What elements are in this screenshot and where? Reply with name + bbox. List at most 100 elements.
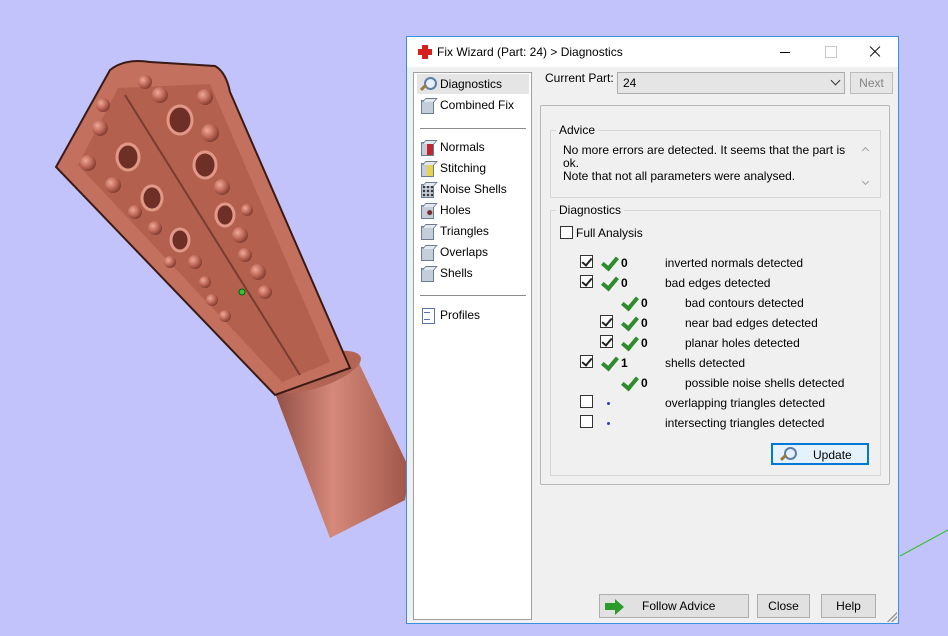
combined-fix-icon	[419, 97, 436, 114]
shells-icon	[419, 265, 436, 282]
diagnostic-row: intersecting triangles detected	[551, 413, 882, 433]
magnifier-icon	[419, 76, 437, 93]
advice-line: No more errors are detected. It seems th…	[563, 143, 846, 170]
nav-separator	[420, 295, 526, 296]
advice-text: No more errors are detected. It seems th…	[563, 144, 858, 183]
nav-item-normals[interactable]: Normals	[417, 137, 529, 157]
nav-item-label: Noise Shells	[440, 182, 507, 196]
help-button[interactable]: Help	[821, 594, 876, 618]
diagnostic-checkbox[interactable]	[580, 355, 593, 368]
checkmark-icon	[601, 275, 617, 291]
next-button[interactable]: Next	[850, 72, 893, 94]
fix-wizard-dialog: Fix Wizard (Part: 24) > Diagnostics Diag…	[406, 36, 899, 624]
model-hole	[192, 150, 218, 180]
normals-icon	[419, 139, 436, 156]
nav-item-diagnostics[interactable]: Diagnostics	[417, 74, 529, 94]
diagnostic-row: 0 inverted normals detected	[551, 253, 882, 273]
holes-icon	[419, 202, 436, 219]
diagnostics-title: Diagnostics	[556, 203, 625, 217]
diagnostic-label: inverted normals detected	[665, 256, 804, 270]
diagnostic-label: overlapping triangles detected	[665, 396, 826, 410]
nav-item-label: Shells	[440, 266, 473, 280]
wizard-nav: Diagnostics Combined Fix Normals Stitchi…	[413, 72, 532, 620]
advice-scrollbar[interactable]	[860, 143, 872, 189]
model-hole	[140, 184, 164, 212]
nav-item-combined-fix[interactable]: Combined Fix	[417, 95, 529, 115]
nav-item-profiles[interactable]: Profiles	[417, 305, 529, 325]
nav-item-shells[interactable]: Shells	[417, 263, 529, 283]
advice-line: Note that not all parameters were analys…	[563, 169, 796, 183]
diagnostic-checkbox[interactable]	[600, 315, 613, 328]
nav-item-noise-shells[interactable]: Noise Shells	[417, 179, 529, 199]
scroll-down-icon[interactable]	[861, 177, 870, 186]
model-hole	[169, 227, 191, 253]
diagnostic-label: bad edges detected	[665, 276, 771, 290]
close-button[interactable]: Close	[757, 594, 810, 618]
follow-advice-button[interactable]: Follow Advice	[599, 594, 749, 618]
scroll-up-icon[interactable]	[861, 146, 870, 155]
follow-advice-label: Follow Advice	[642, 599, 716, 613]
nav-item-label: Profiles	[440, 308, 481, 322]
profiles-icon	[419, 307, 436, 324]
diagnostic-checkbox[interactable]	[600, 335, 613, 348]
diagnostic-count: 0	[621, 276, 628, 290]
diagnostic-label: intersecting triangles detected	[665, 416, 825, 430]
nav-item-label: Combined Fix	[440, 98, 515, 112]
diagnostic-label: shells detected	[665, 356, 746, 370]
diagnostic-label: near bad edges detected	[685, 316, 818, 330]
checkmark-icon	[621, 315, 637, 331]
diagnostic-count: 0	[621, 256, 628, 270]
selection-point[interactable]	[238, 288, 246, 296]
triangles-icon	[419, 223, 436, 240]
title-bar[interactable]: Fix Wizard (Part: 24) > Diagnostics	[407, 37, 898, 67]
diagnostic-count: 0	[641, 296, 648, 310]
diagnostic-count: 0	[641, 316, 648, 330]
update-button[interactable]: Update	[771, 443, 869, 465]
nav-item-label: Stitching	[440, 161, 487, 175]
diagnostic-label: planar holes detected	[685, 336, 800, 350]
nav-item-holes[interactable]: Holes	[417, 200, 529, 220]
diagnostic-checkbox[interactable]	[580, 415, 593, 428]
pending-dot-icon	[607, 422, 610, 425]
advice-group: Advice No more errors are detected. It s…	[550, 123, 881, 198]
current-part-label: Current Part:	[545, 71, 614, 85]
diagnostics-panel: Advice No more errors are detected. It s…	[540, 105, 890, 485]
diagnostic-checkbox[interactable]	[580, 255, 593, 268]
model-hole	[115, 142, 141, 172]
diagnostic-count: 0	[641, 336, 648, 350]
checkmark-icon	[621, 295, 637, 311]
diagnostic-row: overlapping triangles detected	[551, 393, 882, 413]
diagnostics-group: Diagnostics Full Analysis 0 inverted norm…	[550, 203, 882, 476]
resize-grip[interactable]	[887, 612, 897, 622]
checkmark-icon	[601, 355, 617, 371]
chevron-down-icon	[830, 75, 841, 86]
diagnostic-count: 1	[621, 356, 628, 370]
full-analysis-label: Full Analysis	[576, 226, 643, 240]
nav-item-label: Triangles	[440, 224, 489, 238]
checkmark-icon	[601, 255, 617, 271]
nav-item-stitching[interactable]: Stitching	[417, 158, 529, 178]
nav-item-label: Normals	[440, 140, 485, 154]
stitching-icon	[419, 160, 436, 177]
full-analysis-checkbox[interactable]	[560, 226, 573, 239]
diagnostic-count: 0	[641, 376, 648, 390]
diagnostic-row: 1 shells detected	[551, 353, 882, 373]
app-cross-icon	[417, 44, 433, 60]
model-hole	[166, 104, 194, 136]
nav-item-triangles[interactable]: Triangles	[417, 221, 529, 241]
nav-item-overlaps[interactable]: Overlaps	[417, 242, 529, 262]
diagnostic-row: 0 bad edges detected	[551, 273, 882, 293]
current-part-select[interactable]: 24	[617, 72, 845, 94]
close-window-button[interactable]	[852, 37, 898, 67]
diagnostic-checkbox[interactable]	[580, 395, 593, 408]
maximize-button[interactable]	[807, 37, 853, 67]
arrow-right-icon	[604, 598, 626, 615]
3d-model[interactable]	[54, 60, 410, 538]
window-title: Fix Wizard (Part: 24) > Diagnostics	[437, 45, 623, 59]
checkmark-icon	[621, 335, 637, 351]
diagnostic-checkbox[interactable]	[580, 275, 593, 288]
update-label: Update	[813, 448, 852, 462]
overlaps-icon	[419, 244, 436, 261]
minimize-button[interactable]	[762, 37, 808, 67]
diagnostic-label: bad contours detected	[685, 296, 804, 310]
